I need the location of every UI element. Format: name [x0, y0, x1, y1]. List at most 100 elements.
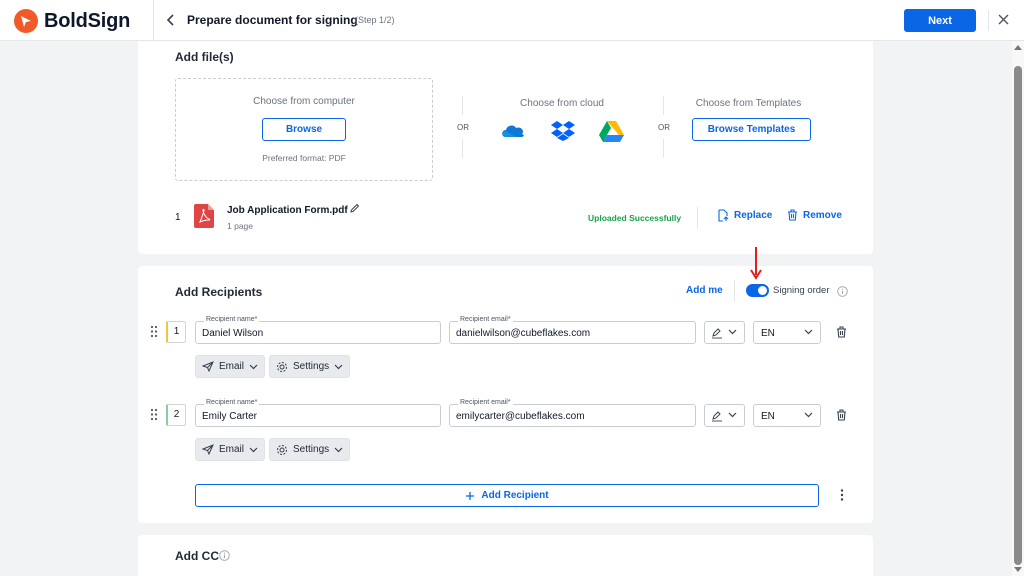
back-arrow-icon[interactable]	[163, 12, 179, 28]
drag-handle-icon[interactable]	[150, 408, 158, 421]
delivery-method-dropdown[interactable]: Email	[195, 438, 266, 461]
add-files-title: Add file(s)	[175, 50, 234, 64]
recipient-email-field[interactable]: Recipient email*	[449, 399, 696, 427]
add-recipient-button[interactable]: Add Recipient	[195, 484, 819, 507]
chevron-down-icon	[804, 412, 813, 418]
recipient-name-input[interactable]	[202, 409, 434, 423]
chevron-down-icon	[804, 329, 813, 335]
recipient-name-label: Recipient name*	[204, 399, 260, 406]
recipient-settings-dropdown[interactable]: Settings	[269, 355, 351, 378]
replace-file-button[interactable]: Replace	[717, 209, 772, 222]
file-page-count: 1 page	[227, 221, 253, 231]
plus-icon	[466, 491, 475, 500]
brand-name: BoldSign	[44, 9, 131, 32]
chevron-down-icon	[249, 447, 258, 452]
delete-recipient-icon[interactable]	[836, 409, 847, 421]
gear-icon	[277, 361, 287, 372]
add-files-section: Add file(s) Choose from computer Browse …	[138, 41, 873, 254]
header-divider	[153, 0, 154, 41]
scroll-thumb[interactable]	[1014, 66, 1022, 565]
signature-pen-icon	[712, 411, 722, 422]
signature-pen-icon	[712, 328, 722, 339]
language-dropdown[interactable]: EN	[753, 321, 821, 344]
gear-icon	[277, 444, 287, 455]
delivery-method-label: Email	[219, 444, 245, 455]
chevron-down-icon	[334, 364, 343, 369]
divider	[734, 280, 735, 302]
choose-from-templates-label: Choose from Templates	[695, 98, 802, 109]
send-icon	[202, 361, 214, 372]
settings-label: Settings	[293, 444, 330, 455]
recipient-name-field[interactable]: Recipient name*	[195, 399, 441, 427]
signing-order-label: Signing order	[773, 285, 830, 296]
pdf-file-icon	[194, 204, 214, 228]
top-bar: BoldSign Prepare document for signing (S…	[0, 0, 1024, 41]
recipient-name-input[interactable]	[202, 326, 434, 340]
scroll-up-arrow-icon[interactable]	[1014, 45, 1022, 50]
dropbox-icon[interactable]	[551, 120, 575, 141]
delete-recipient-icon[interactable]	[836, 326, 847, 338]
divider	[462, 139, 463, 158]
remove-label: Remove	[803, 209, 842, 221]
settings-label: Settings	[293, 361, 330, 372]
header-divider-right	[988, 10, 989, 31]
trash-icon	[788, 209, 797, 221]
step-indicator: (Step 1/2)	[355, 15, 395, 25]
page-title: Prepare document for signing	[187, 13, 358, 27]
or-label: OR	[457, 123, 469, 132]
divider	[462, 96, 463, 115]
preferred-format-note: Preferred format: PDF	[262, 153, 346, 163]
choose-from-computer-label: Choose from computer	[253, 96, 355, 107]
signing-order-number[interactable]: 2	[166, 404, 186, 426]
boldsign-logo-icon	[14, 9, 38, 33]
close-icon[interactable]	[997, 13, 1010, 26]
divider	[663, 96, 664, 115]
browse-templates-button[interactable]: Browse Templates	[692, 118, 811, 141]
replace-file-icon	[718, 209, 729, 222]
recipient-email-field[interactable]: Recipient email*	[449, 316, 696, 344]
recipient-name-label: Recipient name*	[204, 316, 260, 323]
recipient-email-input[interactable]	[456, 326, 689, 340]
signer-role-dropdown[interactable]	[704, 404, 745, 427]
language-value: EN	[761, 328, 775, 339]
chevron-down-icon	[728, 329, 737, 335]
edit-pencil-icon[interactable]	[349, 203, 360, 214]
file-drop-zone[interactable]: Choose from computer Browse Preferred fo…	[175, 78, 433, 181]
send-icon	[202, 444, 214, 455]
more-options-icon[interactable]	[840, 489, 844, 501]
add-cc-title: Add CC	[175, 549, 219, 563]
red-arrow-annotation-icon	[750, 247, 762, 280]
recipient-email-input[interactable]	[456, 409, 689, 423]
chevron-down-icon	[334, 447, 343, 452]
boldsign-logo[interactable]: BoldSign	[14, 9, 130, 33]
signing-order-toggle[interactable]	[746, 284, 769, 297]
next-button[interactable]: Next	[904, 9, 976, 32]
remove-file-button[interactable]: Remove	[787, 209, 842, 221]
recipient-name-field[interactable]: Recipient name*	[195, 316, 441, 344]
signer-role-dropdown[interactable]	[704, 321, 745, 344]
delivery-method-dropdown[interactable]: Email	[195, 355, 266, 378]
scroll-down-arrow-icon[interactable]	[1014, 567, 1022, 572]
page-scrollbar[interactable]	[1012, 41, 1024, 576]
info-icon[interactable]	[837, 286, 848, 297]
drag-handle-icon[interactable]	[150, 325, 158, 338]
onedrive-icon[interactable]	[500, 121, 526, 139]
browse-button[interactable]: Browse	[262, 118, 346, 141]
divider	[663, 139, 664, 158]
recipient-email-label: Recipient email*	[458, 399, 513, 406]
divider	[697, 207, 698, 229]
add-recipients-section: Add Recipients Add me Signing order 1 Re…	[138, 247, 873, 523]
language-dropdown[interactable]: EN	[753, 404, 821, 427]
google-drive-icon[interactable]	[599, 120, 624, 142]
add-me-link[interactable]: Add me	[686, 285, 723, 296]
chevron-down-icon	[249, 364, 258, 369]
replace-label: Replace	[734, 210, 773, 221]
add-cc-section: Add CC	[138, 535, 873, 576]
file-name: Job Application Form.pdf	[227, 205, 348, 216]
signing-order-number[interactable]: 1	[166, 321, 186, 343]
recipient-row-1: 1 Recipient name* Recipient email* EN Em…	[138, 316, 873, 407]
recipient-settings-dropdown[interactable]: Settings	[269, 438, 351, 461]
file-index: 1	[175, 212, 181, 223]
info-icon[interactable]	[219, 550, 230, 561]
add-recipients-title: Add Recipients	[175, 285, 263, 299]
